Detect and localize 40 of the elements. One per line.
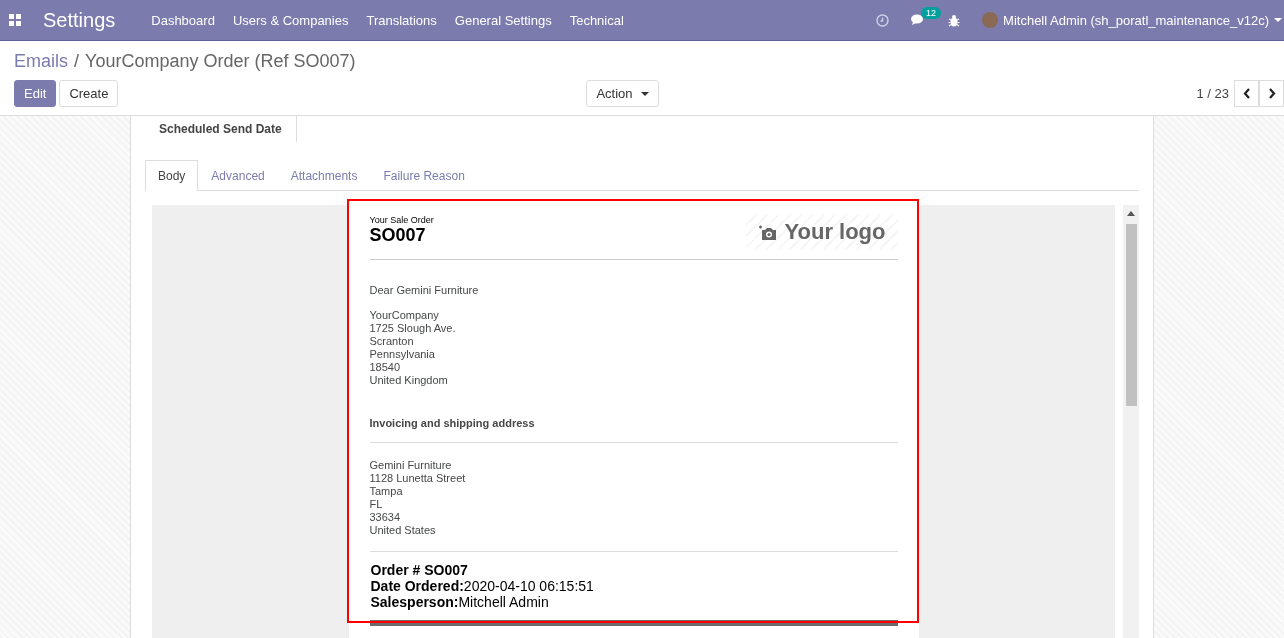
field-label: Scheduled Send Date bbox=[145, 116, 297, 142]
address-line: Pennsylvania bbox=[369, 348, 436, 361]
app-title: Settings bbox=[43, 8, 116, 32]
address-line: 18540 bbox=[369, 361, 402, 374]
breadcrumb-current: YourCompany Order (Ref SO007) bbox=[85, 51, 356, 72]
order-title: SO007 bbox=[369, 225, 427, 246]
order-detail: Date Ordered:2020-04-10 06:15:51 bbox=[370, 578, 595, 594]
greeting-text: Dear Gemini Furniture bbox=[369, 284, 480, 296]
address-line: 1128 Lunetta Street bbox=[369, 472, 467, 485]
user-menu[interactable]: Mitchell Admin (sh_poratl_maintenance_v12c) bbox=[1003, 12, 1269, 28]
logo-text: Your logo bbox=[784, 219, 886, 245]
message-count-badge: 12 bbox=[921, 6, 942, 19]
address-line: United States bbox=[369, 524, 437, 537]
address-line: Tampa bbox=[369, 485, 404, 498]
email-kicker: Your Sale Order bbox=[369, 215, 434, 225]
tab[interactable]: Attachments bbox=[277, 160, 371, 191]
tab[interactable]: Advanced bbox=[198, 160, 278, 191]
breadcrumb-separator: / bbox=[74, 51, 80, 72]
menu-item[interactable]: Users & Companies bbox=[232, 12, 349, 28]
breadcrumb-link[interactable]: Emails bbox=[14, 51, 68, 72]
section-heading: Invoicing and shipping address bbox=[369, 417, 898, 443]
pager-counter: 1 / 23 bbox=[1196, 86, 1229, 101]
menu-item[interactable]: Technical bbox=[569, 12, 624, 28]
address-line: 33634 bbox=[369, 511, 402, 524]
order-detail: Order # SO007 bbox=[370, 562, 469, 578]
address-line: Gemini Furniture bbox=[369, 459, 453, 472]
tab[interactable]: Body bbox=[145, 160, 199, 191]
edit-button[interactable]: Edit bbox=[14, 80, 57, 107]
menu-item[interactable]: General Settings bbox=[454, 12, 552, 28]
address-line: FL bbox=[369, 498, 384, 511]
address-line: YourCompany bbox=[369, 309, 440, 322]
order-detail: Salesperson:Mitchell Admin bbox=[370, 594, 550, 610]
tab[interactable]: Failure Reason bbox=[370, 160, 478, 191]
address-line: 1725 Slough Ave. bbox=[369, 322, 457, 335]
menu-item[interactable]: Translations bbox=[366, 12, 437, 28]
create-button[interactable]: Create bbox=[59, 80, 119, 107]
menu-item[interactable]: Dashboard bbox=[151, 12, 215, 28]
action-dropdown[interactable]: Action bbox=[586, 80, 659, 107]
address-line: Scranton bbox=[369, 335, 415, 348]
address-line: United Kingdom bbox=[369, 374, 449, 387]
